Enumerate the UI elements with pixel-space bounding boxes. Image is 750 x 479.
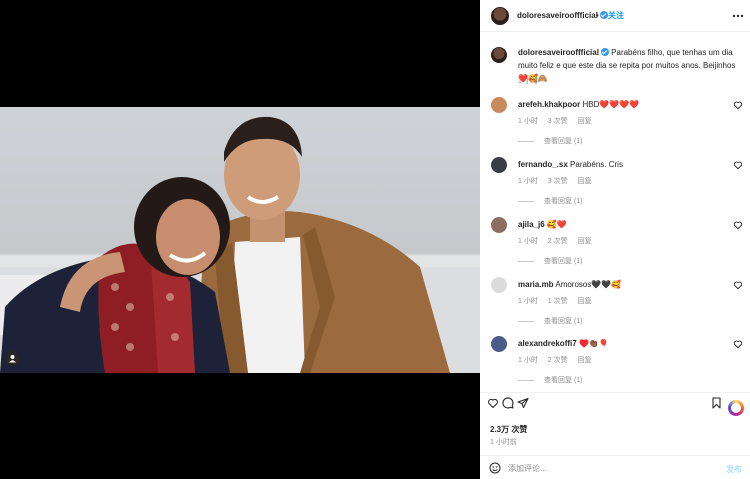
add-comment-bar: 发布 — [480, 455, 750, 479]
comment-likes[interactable]: 2 次赞 — [548, 357, 568, 364]
comment-item: alexandrekoffi7 ♥️👏🏾🎈 1 小时 2 次赞 回复 查看回复 … — [480, 336, 750, 396]
post-time: 1 小时前 — [490, 439, 517, 446]
comment-body: HBD❤️❤️❤️❤️ — [582, 100, 640, 109]
heart-icon[interactable] — [733, 100, 743, 112]
comment-time: 1 小时 — [518, 118, 538, 125]
commenter-username[interactable]: ajila_j6 — [518, 220, 545, 229]
owner-username[interactable]: doloresaveirooffficial — [517, 11, 608, 20]
follow-button[interactable]: 关注 — [608, 10, 624, 21]
view-replies-label[interactable]: 查看回复 (1) — [544, 318, 583, 325]
replies-divider — [518, 379, 534, 381]
post-comment-button[interactable]: 发布 — [726, 464, 742, 475]
separator-dot: • — [596, 11, 599, 20]
comment-likes[interactable]: 3 次赞 — [548, 118, 568, 125]
heart-icon[interactable] — [733, 339, 743, 351]
reply-button[interactable]: 回复 — [578, 178, 592, 185]
view-replies-button[interactable]: 查看回复 (1) — [518, 256, 583, 266]
reply-button[interactable]: 回复 — [578, 357, 592, 364]
owner-avatar[interactable] — [491, 7, 509, 25]
commenter-username[interactable]: alexandrekoffi7 — [518, 339, 577, 348]
view-replies-label[interactable]: 查看回复 (1) — [544, 198, 583, 205]
caption-avatar[interactable] — [491, 47, 507, 63]
bookmark-icon[interactable] — [711, 397, 722, 411]
reply-button[interactable]: 回复 — [578, 298, 592, 305]
comment-time: 1 小时 — [518, 178, 538, 185]
view-replies-label[interactable]: 查看回复 (1) — [544, 258, 583, 265]
comment-meta: 1 小时 2 次赞 回复 — [518, 236, 600, 246]
view-replies-label[interactable]: 查看回复 (1) — [544, 138, 583, 145]
replies-divider — [518, 260, 534, 262]
post-media — [0, 0, 480, 479]
verified-icon — [600, 48, 609, 56]
comment-time: 1 小时 — [518, 238, 538, 245]
replies-divider — [518, 200, 534, 202]
commenter-avatar[interactable] — [491, 277, 507, 293]
commenter-username[interactable]: maria.mb — [518, 280, 554, 289]
caption-username[interactable]: doloresaveirooffficial — [518, 48, 599, 57]
comment-icon[interactable] — [502, 397, 514, 411]
commenter-avatar[interactable] — [491, 336, 507, 352]
emoji-icon[interactable] — [489, 462, 501, 476]
reply-button[interactable]: 回复 — [578, 238, 592, 245]
comment-text: maria.mb Amorosos🖤🖤🥰 — [518, 280, 621, 289]
comment-item: ajila_j6 🥰❤️ 1 小时 2 次赞 回复 查看回复 (1) — [480, 217, 750, 277]
action-bar — [480, 392, 750, 416]
comment-time: 1 小时 — [518, 298, 538, 305]
share-icon[interactable] — [517, 397, 529, 411]
commenter-avatar[interactable] — [491, 97, 507, 113]
user-tag-icon[interactable] — [5, 351, 20, 366]
commenter-avatar[interactable] — [491, 217, 507, 233]
reply-button[interactable]: 回复 — [578, 118, 592, 125]
comment-likes[interactable]: 3 次赞 — [548, 178, 568, 185]
view-replies-button[interactable]: 查看回复 (1) — [518, 136, 583, 146]
comment-text: fernando_.sx Parabéns. Cris — [518, 160, 623, 169]
comment-text: arefeh.khakpoor HBD❤️❤️❤️❤️ — [518, 100, 639, 109]
caption-time: 1 小时 — [518, 78, 538, 85]
owner-username-text[interactable]: doloresaveirooffficial — [517, 11, 598, 20]
commenter-username[interactable]: arefeh.khakpoor — [518, 100, 580, 109]
post-photo[interactable] — [0, 107, 480, 373]
verified-icon — [599, 11, 608, 19]
likes-count[interactable]: 2.3万 次赞 — [490, 424, 527, 435]
heart-icon[interactable] — [733, 220, 743, 232]
comment-time: 1 小时 — [518, 357, 538, 364]
view-replies-button[interactable]: 查看回复 (1) — [518, 196, 583, 206]
comment-likes[interactable]: 1 次赞 — [548, 298, 568, 305]
comment-body: Parabéns. Cris — [570, 160, 623, 169]
comment-input[interactable] — [508, 460, 708, 476]
comment-item: arefeh.khakpoor HBD❤️❤️❤️❤️ 1 小时 3 次赞 回复… — [480, 97, 750, 157]
comment-text: ajila_j6 🥰❤️ — [518, 220, 567, 229]
replies-divider — [518, 320, 534, 322]
more-options-icon[interactable] — [732, 10, 744, 21]
view-replies-button[interactable]: 查看回复 (1) — [518, 316, 583, 326]
heart-icon[interactable] — [487, 397, 499, 411]
post-side-panel: doloresaveirooffficial • 关注 doloresaveir… — [480, 0, 750, 479]
view-replies-label[interactable]: 查看回复 (1) — [544, 377, 583, 384]
comment-body: 🥰❤️ — [546, 220, 567, 229]
comment-text: alexandrekoffi7 ♥️👏🏾🎈 — [518, 339, 609, 348]
caption-text: doloresaveirooffficial Parabéns filho, q… — [518, 46, 744, 85]
commenter-avatar[interactable] — [491, 157, 507, 173]
post-header: doloresaveirooffficial • 关注 — [480, 0, 750, 32]
heart-icon[interactable] — [733, 160, 743, 172]
comment-meta: 1 小时 3 次赞 回复 — [518, 116, 600, 126]
commenter-username[interactable]: fernando_.sx — [518, 160, 568, 169]
instagram-badge-icon[interactable] — [728, 400, 744, 416]
comment-meta: 1 小时 1 次赞 回复 — [518, 296, 600, 306]
comment-body: Amorosos🖤🖤🥰 — [555, 280, 622, 289]
view-replies-button[interactable]: 查看回复 (1) — [518, 375, 583, 385]
heart-icon[interactable] — [733, 280, 743, 292]
comment-item: fernando_.sx Parabéns. Cris 1 小时 3 次赞 回复… — [480, 157, 750, 217]
replies-divider — [518, 140, 534, 142]
photo-illustration — [0, 116, 480, 373]
comment-body: ♥️👏🏾🎈 — [578, 339, 609, 348]
comment-item: maria.mb Amorosos🖤🖤🥰 1 小时 1 次赞 回复 查看回复 (… — [480, 277, 750, 337]
comment-likes[interactable]: 2 次赞 — [548, 238, 568, 245]
comment-meta: 1 小时 2 次赞 回复 — [518, 355, 600, 365]
comment-meta: 1 小时 3 次赞 回复 — [518, 176, 600, 186]
